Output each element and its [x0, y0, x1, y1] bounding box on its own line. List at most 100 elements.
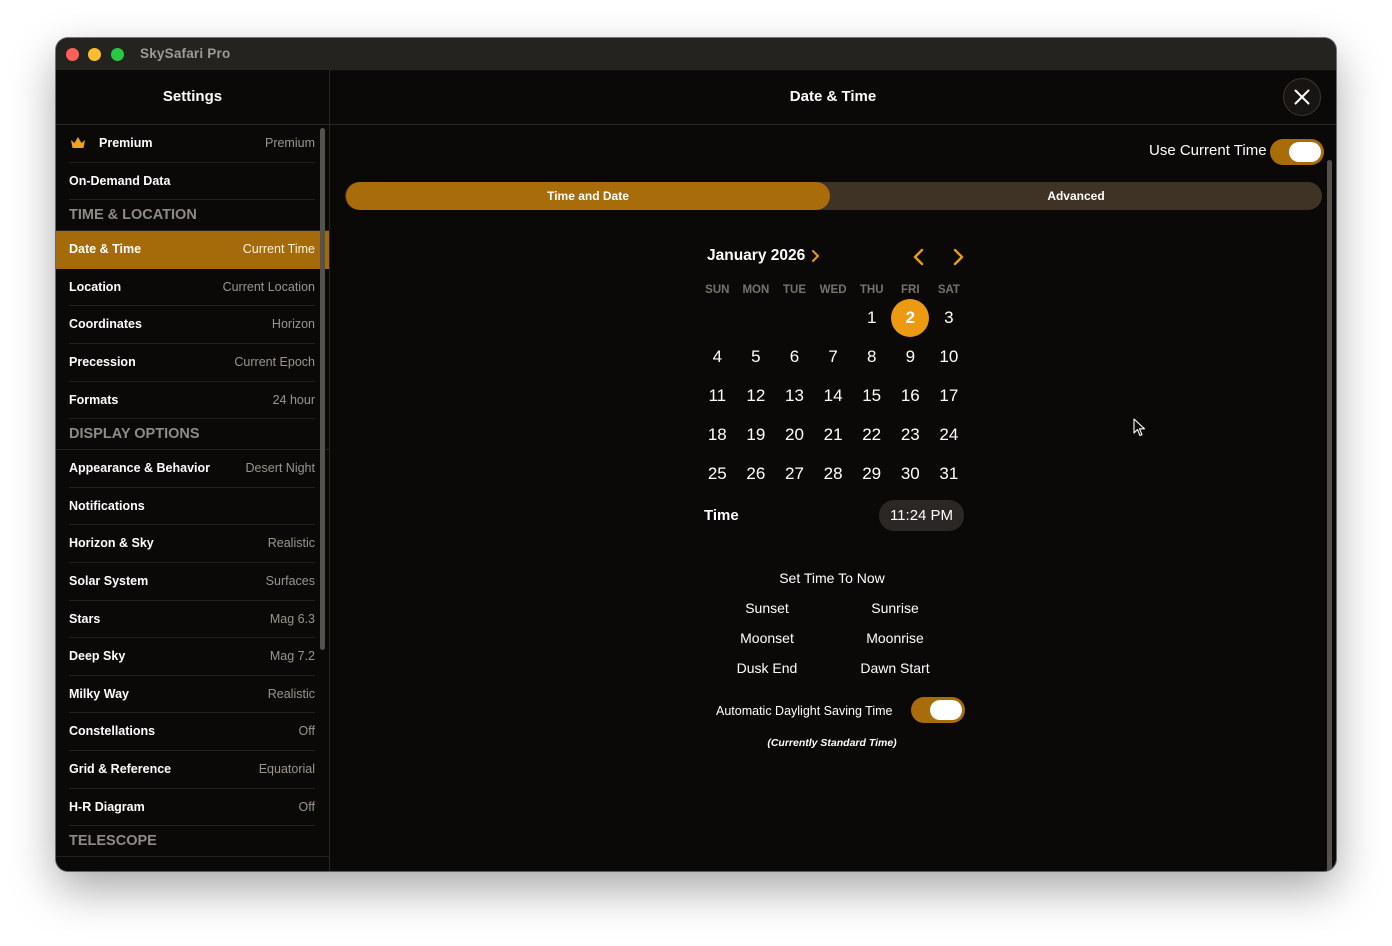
dawn-start-button[interactable]: Dawn Start: [835, 660, 955, 676]
sunset-button[interactable]: Sunset: [707, 600, 827, 616]
sidebar-item-coordinates[interactable]: Coordinates Horizon: [56, 306, 329, 344]
sidebar-item-value: Desert Night: [245, 461, 315, 476]
calendar-day[interactable]: 9: [891, 338, 929, 376]
calendar-day[interactable]: 26: [737, 455, 775, 493]
sidebar-list: Premium Premium On-Demand Data TIME & LOCAT…: [56, 125, 329, 871]
calendar-day[interactable]: 28: [814, 455, 852, 493]
sidebar-item-label: Precession: [69, 354, 136, 369]
calendar-day[interactable]: 23: [891, 416, 929, 454]
dusk-end-button[interactable]: Dusk End: [707, 660, 827, 676]
moonset-button[interactable]: Moonset: [707, 630, 827, 646]
calendar-day[interactable]: 31: [930, 455, 968, 493]
sidebar-item-label: Stars: [69, 611, 101, 626]
sidebar-item-notifications[interactable]: Notifications: [56, 488, 329, 526]
sidebar-item-label: On-Demand Data: [69, 173, 171, 188]
sidebar-item-on-demand-data[interactable]: On-Demand Data: [56, 163, 329, 201]
sidebar-item-stars[interactable]: Stars Mag 6.3: [56, 601, 329, 639]
use-current-time-toggle[interactable]: [1270, 139, 1324, 165]
sidebar-item-label: Milky Way: [69, 686, 129, 701]
zoom-window-button[interactable]: [111, 48, 124, 61]
moonrise-button[interactable]: Moonrise: [835, 630, 955, 646]
calendar-day[interactable]: 17: [930, 377, 968, 415]
time-picker[interactable]: 11:24 PM: [879, 500, 964, 531]
calendar-day[interactable]: 19: [737, 416, 775, 454]
tab-time-and-date[interactable]: Time and Date: [346, 182, 830, 210]
sidebar-scrollbar[interactable]: [320, 128, 325, 650]
set-time-to-now-title: Set Time To Now: [779, 570, 885, 586]
sidebar-item-location[interactable]: Location Current Location: [56, 269, 329, 307]
calendar-day[interactable]: 22: [853, 416, 891, 454]
calendar-day[interactable]: 24: [930, 416, 968, 454]
sidebar-item-value: Surfaces: [265, 573, 315, 588]
close-button[interactable]: [1283, 78, 1321, 116]
sidebar-title: Settings: [162, 88, 223, 105]
sidebar-item-horizon-and-sky[interactable]: Horizon & Sky Realistic: [56, 525, 329, 563]
sidebar-item-appearance-and-behavior[interactable]: Appearance & Behavior Desert Night: [56, 450, 329, 488]
calendar-month-label[interactable]: January 2026: [707, 247, 805, 265]
sidebar-item-value: Mag 6.3: [269, 611, 315, 626]
sidebar-item-deep-sky[interactable]: Deep Sky Mag 7.2: [56, 638, 329, 676]
title-bar: SkySafari Pro: [56, 38, 1336, 71]
calendar-day[interactable]: 21: [814, 416, 852, 454]
sidebar-item-label: Formats: [69, 392, 119, 407]
calendar-day[interactable]: 30: [891, 455, 929, 493]
time-label: Time: [704, 507, 739, 524]
calendar-day[interactable]: 11: [698, 377, 736, 415]
sidebar-item-milky-way[interactable]: Milky Way Realistic: [56, 676, 329, 714]
settings-sidebar: Settings Premium Premium On-Demand Data TIM…: [56, 70, 330, 871]
calendar-day[interactable]: 27: [776, 455, 814, 493]
calendar-day[interactable]: 4: [698, 338, 736, 376]
sidebar-item-value: Current Time: [242, 242, 315, 257]
sidebar-item-constellations[interactable]: Constellations Off: [56, 713, 329, 751]
sidebar-item-formats[interactable]: Formats 24 hour: [56, 382, 329, 420]
sidebar-item-precession[interactable]: Precession Current Epoch: [56, 344, 329, 382]
main-header: Date & Time: [330, 70, 1336, 125]
calendar-day[interactable]: 15: [853, 377, 891, 415]
calendar-day[interactable]: 8: [853, 338, 891, 376]
sidebar-item-h-r-diagram[interactable]: H-R Diagram Off: [56, 789, 329, 827]
calendar-day[interactable]: 7: [814, 338, 852, 376]
auto-dst-label: Automatic Daylight Saving Time: [716, 704, 893, 718]
sidebar-section-title: DISPLAY OPTIONS: [69, 426, 200, 443]
mouse-cursor-icon: [1133, 418, 1146, 437]
calendar-day-selected[interactable]: 2: [891, 299, 930, 337]
sidebar-item-value: Mag 7.2: [269, 649, 315, 664]
sidebar-item-solar-system[interactable]: Solar System Surfaces: [56, 563, 329, 601]
sidebar-item-value: Premium: [264, 136, 315, 150]
previous-month-icon[interactable]: [912, 248, 926, 266]
calendar-day[interactable]: 14: [814, 377, 852, 415]
sidebar-section-telescope: TELESCOPE: [56, 826, 329, 858]
calendar-day[interactable]: 13: [776, 377, 814, 415]
calendar-day[interactable]: 25: [698, 455, 736, 493]
weekday-header: THU: [859, 284, 884, 296]
calendar-day[interactable]: 12: [737, 377, 775, 415]
sidebar-section-display-options: DISPLAY OPTIONS: [56, 419, 329, 451]
minimize-window-button[interactable]: [88, 48, 101, 61]
main-scrollbar[interactable]: [1327, 160, 1332, 871]
use-current-time-label: Use Current Time: [1149, 142, 1267, 159]
calendar-day[interactable]: 18: [698, 416, 736, 454]
calendar-day[interactable]: 10: [930, 338, 968, 376]
tab-segmented-control: Time and Date Advanced: [345, 182, 1322, 210]
sidebar-item-value: Horizon: [271, 317, 315, 332]
calendar-day[interactable]: 16: [891, 377, 929, 415]
calendar-day[interactable]: 1: [853, 299, 891, 337]
sunrise-button[interactable]: Sunrise: [835, 600, 955, 616]
auto-dst-toggle[interactable]: [911, 697, 965, 723]
app-window: SkySafari Pro Settings Premium Premium On-…: [56, 38, 1336, 871]
weekday-header: MON: [742, 284, 770, 296]
calendar-day[interactable]: 3: [930, 299, 968, 337]
chevron-right-icon[interactable]: [810, 249, 820, 263]
tab-advanced[interactable]: Advanced: [830, 182, 1322, 210]
sidebar-item-premium[interactable]: Premium Premium: [56, 125, 329, 163]
calendar-day[interactable]: 29: [853, 455, 891, 493]
sidebar-item-label: Constellations: [69, 724, 156, 739]
calendar-day[interactable]: 20: [776, 416, 814, 454]
calendar-day[interactable]: 6: [776, 338, 814, 376]
calendar-day[interactable]: 5: [737, 338, 775, 376]
close-window-button[interactable]: [66, 48, 79, 61]
crown-icon: [71, 137, 85, 148]
next-month-icon[interactable]: [951, 248, 965, 266]
sidebar-item-date-and-time[interactable]: Date & Time Current Time: [56, 231, 329, 269]
sidebar-item-grid-and-reference[interactable]: Grid & Reference Equatorial: [56, 751, 329, 789]
